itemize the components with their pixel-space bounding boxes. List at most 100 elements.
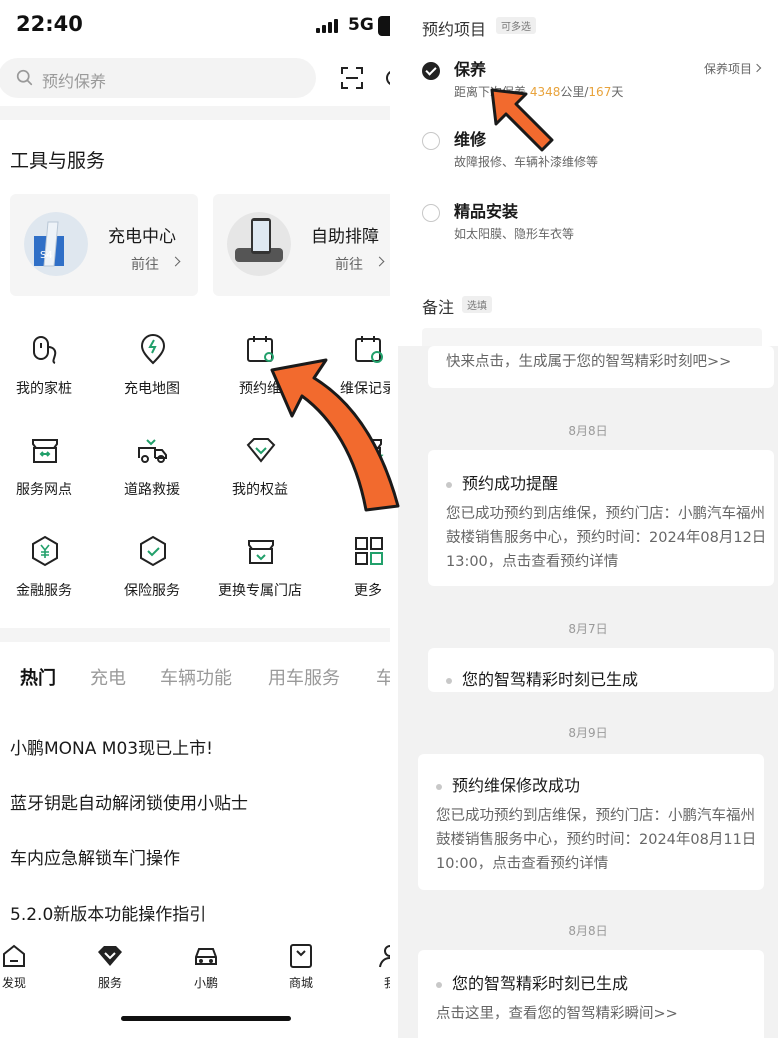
grid-label: 道路救援 [124, 482, 180, 498]
option-desc: 如太阳膜、隐形车衣等 [454, 227, 575, 241]
grid-label: 预约维 [239, 381, 281, 397]
grid-change-store[interactable]: 更换专属门店 [210, 535, 310, 625]
grid-label: 我的家桩 [16, 381, 72, 397]
grid-my-benefits[interactable]: 我的权益 [210, 434, 310, 524]
tab-charging[interactable]: 充电 [90, 664, 126, 690]
self-diagnosis-image [227, 212, 291, 276]
calendar-check-icon [355, 336, 383, 363]
message-title: 预约成功提醒 [446, 470, 558, 494]
diamond-icon [246, 438, 276, 463]
message-title: 预约维保修改成功 [436, 772, 580, 796]
grid-label: 更多 [354, 583, 382, 599]
calendar-wrench-icon [247, 336, 274, 362]
message-date: 8月7日 [568, 622, 608, 636]
option-maintenance[interactable]: 保养 距离下次保养 4348公里/167天 保养项目 [422, 56, 762, 116]
remark-label: 备注 [422, 298, 455, 317]
grid-home-charger[interactable]: 我的家桩 [0, 333, 94, 423]
option-name: 维修 [454, 130, 487, 149]
search-input[interactable]: 预约保养 [0, 58, 316, 98]
message-card[interactable]: 预约成功提醒 您已成功预约到店维保，预约门店：小鹏汽车福州鼓楼销售服务中心，预约… [428, 450, 774, 586]
optional-tag: 选填 [462, 296, 492, 313]
search-row: 预约保养 [0, 58, 390, 100]
grid-charge-map[interactable]: 充电地图 [102, 333, 202, 423]
grid-label: 服务网点 [16, 482, 72, 498]
tools-title: 工具与服务 [10, 150, 106, 172]
nav-discover[interactable]: 发现 [0, 942, 44, 991]
grid-service-outlets[interactable]: 服务网点 [0, 434, 94, 524]
appointment-title: 预约项目 [422, 20, 487, 39]
scan-icon[interactable] [340, 66, 364, 90]
nav-label: 小鹏 [193, 976, 218, 990]
nav-service[interactable]: 服务 [80, 942, 140, 991]
service-diamond-icon [98, 946, 122, 966]
card-title: 充电中心 [108, 227, 176, 247]
nav-label: 服务 [97, 976, 122, 990]
maintenance-items-link[interactable]: 保养项目 [704, 60, 752, 77]
tab-more[interactable]: 车 [376, 664, 390, 690]
message-date: 8月8日 [568, 924, 608, 938]
store-star-icon [356, 439, 384, 463]
message-icon[interactable] [386, 70, 390, 86]
bag-icon [290, 944, 312, 968]
charging-center-image: S4 [24, 212, 88, 276]
grid-more[interactable]: 更多 [318, 535, 390, 625]
nav-me[interactable]: 我 [360, 942, 390, 991]
home-icon [3, 944, 25, 967]
services-screen: 22:40 5G 预约保养 工具与服务 S4 充电中心 前往 自助排障 前往 我… [0, 0, 390, 1038]
message-card[interactable]: 您的智驾精彩时刻已生成 [428, 648, 774, 692]
battery-icon [378, 16, 390, 36]
message-body: 您已成功预约到店维保，预约门店：小鹏汽车福州鼓楼销售服务中心，预约时间：2024… [446, 506, 767, 570]
option-name: 保养 [454, 60, 487, 79]
grid-book-maintenance[interactable]: 预约维 [210, 333, 310, 423]
grid-store-star[interactable] [318, 434, 390, 524]
message-card[interactable]: 预约维保修改成功 您已成功预约到店维保，预约门店：小鹏汽车福州鼓楼销售服务中心，… [418, 754, 764, 890]
tab-hot[interactable]: 热门 [20, 664, 56, 690]
message-title: 您的智驾精彩时刻已生成 [446, 666, 638, 690]
appointment-panel: 预约项目 可多选 保养 距离下次保养 4348公里/167天 保养项目 维修 故… [406, 0, 778, 350]
home-indicator [121, 1016, 291, 1021]
nav-mall[interactable]: 商城 [271, 942, 331, 991]
message-date: 8月9日 [568, 726, 608, 740]
message-card[interactable]: 您的智驾精彩时刻已生成 点击这里，查看您的智驾精彩瞬间>> [418, 950, 764, 1038]
tow-truck-icon [138, 439, 167, 463]
nav-xpeng[interactable]: 小鹏 [176, 942, 236, 991]
charging-center-card[interactable]: S4 充电中心 前往 [10, 194, 198, 296]
section-divider [0, 628, 390, 642]
checkbox-icon[interactable] [422, 204, 440, 222]
status-time: 22:40 [16, 12, 83, 36]
grid-maintenance-records[interactable]: 维保记录 [318, 333, 390, 423]
message-date: 8月8日 [568, 424, 608, 438]
svg-text:S4: S4 [40, 250, 53, 261]
shield-check-icon [140, 535, 166, 567]
message-card[interactable]: 快来点击，生成属于您的智驾精彩时刻吧>> [428, 346, 774, 388]
option-accessory-install[interactable]: 精品安装 如太阳膜、隐形车衣等 [422, 198, 762, 258]
self-diagnosis-card[interactable]: 自助排障 前往 [213, 194, 390, 296]
chevron-right-icon [752, 63, 762, 73]
nav-label: 发现 [1, 976, 26, 990]
signal-icon [316, 18, 340, 33]
checkbox-icon[interactable] [422, 132, 440, 150]
card-title: 自助排障 [311, 227, 379, 247]
tab-vehicle-functions[interactable]: 车辆功能 [160, 664, 232, 690]
status-bar: 22:40 5G [0, 0, 390, 52]
article-item[interactable]: 5.2.0新版本功能操作指引 [10, 900, 206, 925]
article-item[interactable]: 车内应急解锁车门操作 [10, 844, 180, 869]
message-list: 快来点击，生成属于您的智驾精彩时刻吧>> 8月8日 预约成功提醒 您已成功预约到… [398, 346, 778, 1038]
message-body: 您已成功预约到店维保，预约门店：小鹏汽车福州鼓楼销售服务中心，预约时间：2024… [436, 808, 757, 872]
tab-car-services[interactable]: 用车服务 [268, 664, 340, 690]
option-repair[interactable]: 维修 故障报修、车辆补漆维修等 [422, 126, 762, 186]
grid-road-rescue[interactable]: 道路救援 [102, 434, 202, 524]
multi-select-tag: 可多选 [496, 17, 536, 34]
article-item[interactable]: 小鹏MONA M03现已上市! [10, 734, 213, 759]
article-item[interactable]: 蓝牙钥匙自动解闭锁使用小贴士 [10, 789, 248, 814]
grid-insurance[interactable]: 保险服务 [102, 535, 202, 625]
person-icon [379, 945, 390, 968]
grid-label: 金融服务 [16, 583, 72, 599]
checkbox-checked-icon[interactable] [422, 62, 440, 80]
search-placeholder: 预约保养 [42, 72, 107, 91]
section-divider [0, 106, 390, 120]
grid-finance[interactable]: 金融服务 [0, 535, 94, 625]
home-charger-icon [33, 336, 57, 364]
nav-label: 商城 [288, 976, 313, 990]
option-name: 精品安装 [454, 202, 519, 221]
